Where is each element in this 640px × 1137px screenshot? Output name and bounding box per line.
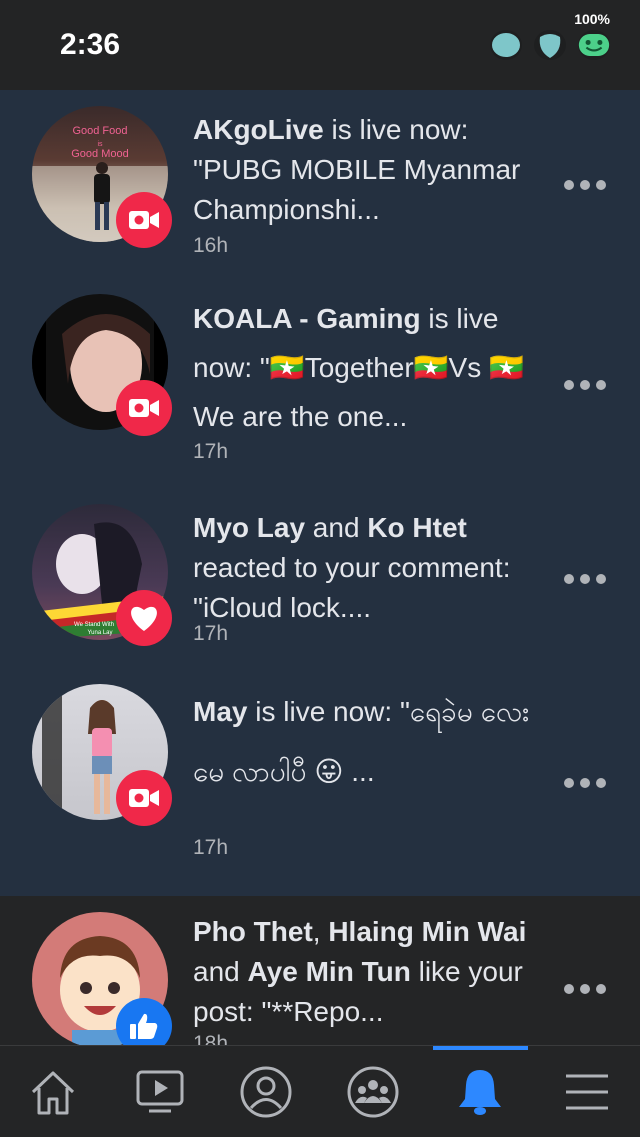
avatar	[32, 294, 172, 436]
avatar: We Stand With Yuna Lay	[32, 504, 172, 646]
notification-item[interactable]: May is live now: "ရေခဲမ လေး မေ လာပါပီ 😛 …	[0, 672, 640, 896]
video-icon-badge	[116, 380, 172, 436]
battery-percentage: 100%	[574, 11, 610, 27]
notification-text: May is live now: "ရေခဲမ လေး မေ လာပါပီ 😛 …	[193, 696, 530, 787]
avatar-neon-sign: Good Food	[72, 125, 127, 137]
video-icon	[129, 399, 159, 417]
thumbs-up-icon	[130, 1013, 158, 1039]
avatar-banner-text: We Stand With	[74, 622, 114, 628]
tab-menu[interactable]	[534, 1046, 640, 1137]
video-play-icon	[136, 1070, 184, 1112]
svg-text:Good Mood: Good Mood	[71, 148, 128, 160]
avatar	[32, 684, 172, 826]
heart-icon	[131, 606, 157, 631]
notification-time: 17h	[193, 836, 229, 859]
bottom-tab-bar	[0, 1045, 640, 1137]
avatar: Good Food is Good Mood	[32, 106, 172, 248]
notification-time: 17h	[193, 622, 229, 645]
status-bar: 2:36 100%	[0, 0, 640, 90]
bell-icon	[459, 1069, 501, 1115]
svg-text:Yuna Lay: Yuna Lay	[87, 630, 112, 636]
video-icon-badge	[116, 192, 172, 248]
notification-text: Pho Thet, Hlaing Min Wai and Aye Min Tun…	[193, 916, 527, 1027]
heart-icon-badge	[116, 590, 172, 646]
svg-text:is: is	[97, 141, 103, 148]
notification-list[interactable]: Good Food is Good Mood AKgoLive is live …	[0, 90, 640, 1045]
home-icon	[31, 1071, 75, 1114]
notification-time: 18h	[193, 1032, 229, 1045]
status-time: 2:36	[60, 28, 121, 61]
tab-groups[interactable]	[320, 1046, 426, 1137]
tab-profile[interactable]	[213, 1046, 319, 1137]
smile-face-icon	[578, 30, 610, 60]
tab-home[interactable]	[0, 1046, 106, 1137]
tab-watch[interactable]	[107, 1046, 213, 1137]
profile-icon	[240, 1066, 292, 1117]
more-options-button[interactable]	[564, 776, 606, 790]
more-options-button[interactable]	[564, 982, 606, 996]
notification-time: 16h	[193, 234, 229, 257]
video-icon-badge	[116, 770, 172, 826]
notification-text: AKgoLive is live now: "PUBG MOBILE Myanm…	[193, 114, 521, 225]
more-options-button[interactable]	[564, 572, 606, 586]
notification-text: KOALA - Gaming is live now: "🇲🇲Together🇲…	[193, 303, 524, 432]
more-options-button[interactable]	[564, 378, 606, 392]
avatar	[32, 912, 172, 1045]
tab-notifications[interactable]	[427, 1046, 533, 1137]
status-icons	[490, 30, 610, 60]
video-icon	[129, 789, 159, 807]
hamburger-menu-icon	[566, 1074, 608, 1109]
notification-item[interactable]: Good Food is Good Mood AKgoLive is live …	[0, 90, 640, 282]
more-options-button[interactable]	[564, 178, 606, 192]
notification-item[interactable]: Pho Thet, Hlaing Min Wai and Aye Min Tun…	[0, 896, 640, 1045]
notification-text: Myo Lay and Ko Htet reacted to your comm…	[193, 512, 511, 623]
notification-time: 17h	[193, 440, 229, 463]
video-icon	[129, 211, 159, 229]
face-icon	[534, 30, 566, 60]
groups-icon	[347, 1066, 399, 1117]
face-icon	[490, 30, 522, 60]
notification-item[interactable]: We Stand With Yuna Lay Myo Lay and Ko Ht…	[0, 488, 640, 672]
notification-item[interactable]: KOALA - Gaming is live now: "🇲🇲Together🇲…	[0, 282, 640, 488]
thumbs-up-icon-badge	[116, 998, 172, 1045]
